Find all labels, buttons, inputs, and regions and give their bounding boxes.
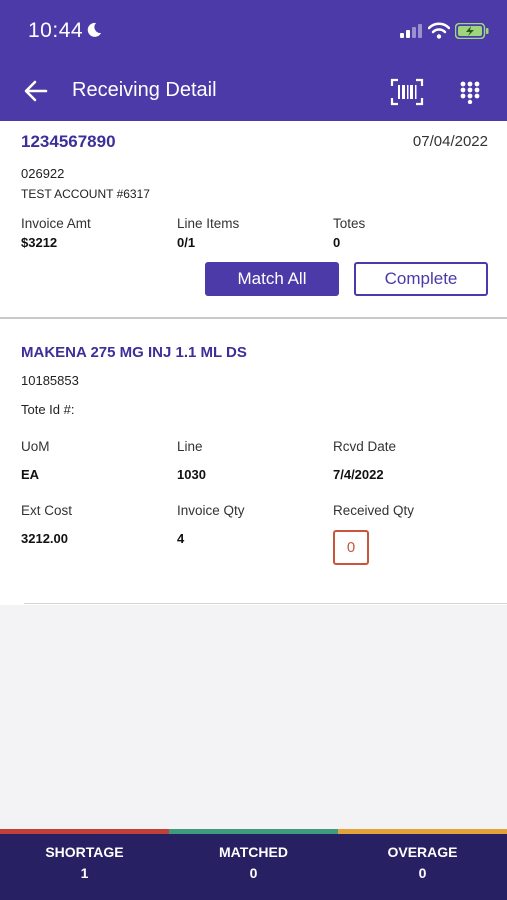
- rcvd-date-value: 7/4/2022: [333, 467, 384, 482]
- barcode-scan-icon[interactable]: [390, 78, 424, 111]
- battery-icon: [454, 22, 489, 44]
- page-title: Receiving Detail: [72, 79, 217, 101]
- line-label: Line: [177, 439, 203, 454]
- uom-label: UoM: [21, 439, 50, 454]
- item-code: 10185853: [21, 373, 79, 388]
- summary-bar: SHORTAGE 1 MATCHED 0 OVERAGE 0: [0, 829, 507, 900]
- invoice-qty-label: Invoice Qty: [177, 503, 245, 518]
- ext-cost-value: 3212.00: [21, 531, 68, 546]
- shortage-label: SHORTAGE: [45, 844, 124, 860]
- account-name: TEST ACCOUNT #6317: [21, 187, 150, 201]
- received-qty-label: Received Qty: [333, 503, 415, 518]
- moon-icon: [86, 22, 102, 43]
- ext-cost-label: Ext Cost: [21, 503, 73, 518]
- shortage-tab[interactable]: SHORTAGE 1: [0, 834, 169, 900]
- match-all-button[interactable]: Match All: [205, 262, 339, 296]
- line-items-label: Line Items: [177, 216, 240, 231]
- line-value: 1030: [177, 467, 206, 482]
- matched-label: MATCHED: [219, 844, 288, 860]
- totes-value: 0: [333, 235, 341, 250]
- rcvd-date-label: Rcvd Date: [333, 439, 397, 454]
- received-qty-input[interactable]: 0: [333, 530, 369, 565]
- tote-id-label: Tote Id #:: [21, 402, 75, 417]
- back-arrow-icon[interactable]: [24, 80, 48, 107]
- invoice-date: 07/04/2022: [412, 133, 488, 150]
- invoice-qty-value: 4: [177, 531, 185, 546]
- overage-label: OVERAGE: [387, 844, 458, 860]
- keypad-icon[interactable]: [459, 80, 481, 109]
- signal-icon: [400, 24, 422, 43]
- wifi-icon: [427, 22, 451, 44]
- complete-button[interactable]: Complete: [354, 262, 488, 296]
- status-bar: 10:44: [0, 0, 507, 62]
- overage-tab[interactable]: OVERAGE 0: [338, 834, 507, 900]
- invoice-amt-value: $3212: [21, 235, 58, 250]
- line-items-value: 0/1: [177, 235, 196, 250]
- item-divider: [24, 603, 507, 604]
- invoice-number: 1234567890: [21, 132, 116, 151]
- invoice-amt-label: Invoice Amt: [21, 216, 91, 231]
- line-item-card[interactable]: MAKENA 275 MG INJ 1.1 ML DS 10185853 Tot…: [0, 319, 507, 605]
- app-header: Receiving Detail: [0, 62, 507, 121]
- item-name: MAKENA 275 MG INJ 1.1 ML DS: [21, 344, 247, 361]
- account-number: 026922: [21, 166, 65, 181]
- matched-count: 0: [249, 865, 258, 881]
- status-time: 10:44: [28, 19, 84, 42]
- matched-tab[interactable]: MATCHED 0: [169, 834, 338, 900]
- uom-value: EA: [21, 467, 40, 482]
- shortage-count: 1: [80, 865, 89, 881]
- invoice-header-card: 1234567890 07/04/2022 026922 TEST ACCOUN…: [0, 121, 507, 317]
- totes-label: Totes: [333, 216, 366, 231]
- overage-count: 0: [418, 865, 427, 881]
